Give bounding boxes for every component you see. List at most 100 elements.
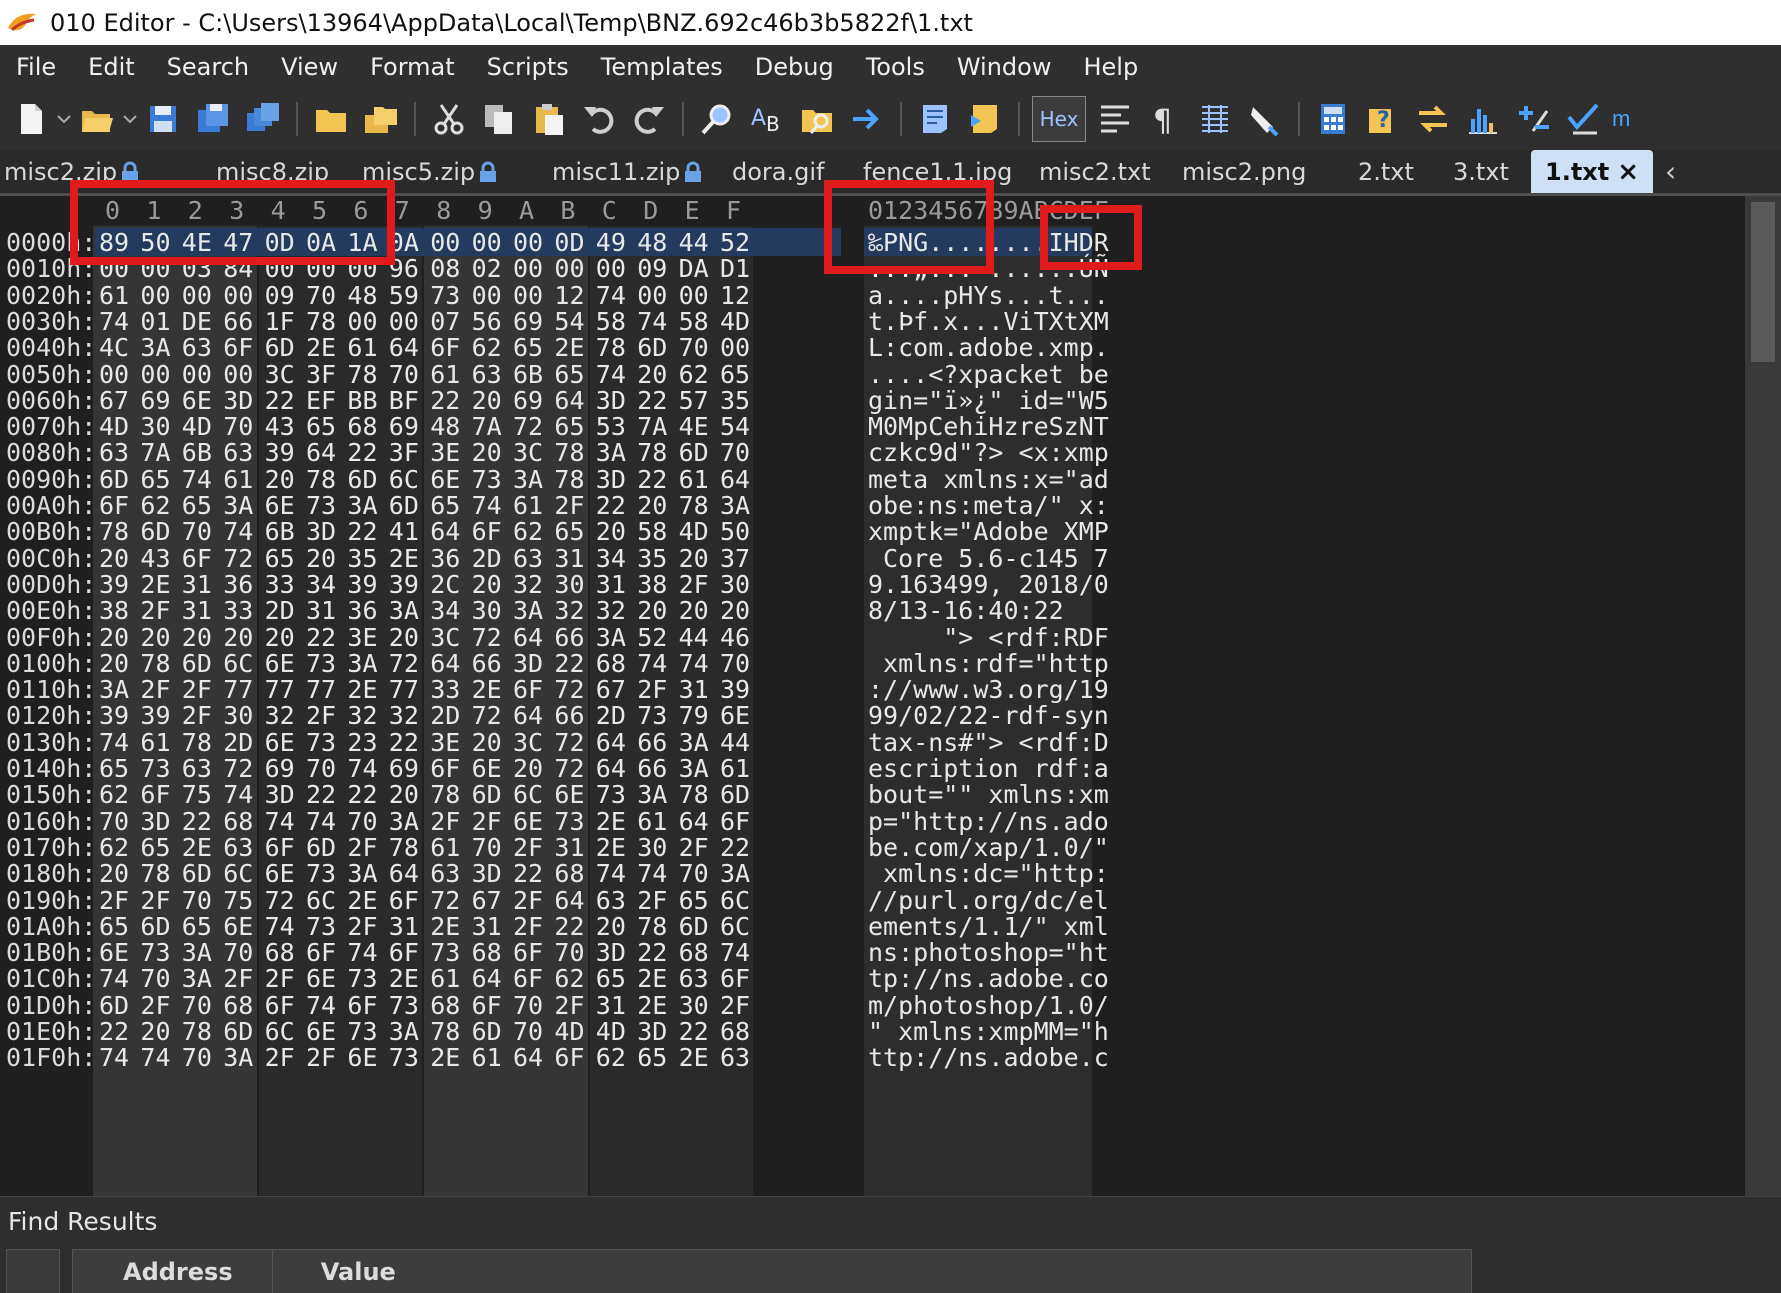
hex-byte[interactable]: 78 — [306, 307, 336, 336]
hex-byte[interactable]: 6D — [306, 833, 336, 862]
row-ascii[interactable]: a....pHYs...t... — [868, 281, 1109, 310]
find-in-files-icon[interactable] — [795, 97, 839, 141]
hex-byte[interactable]: 2F — [513, 833, 543, 862]
run-script-icon[interactable] — [913, 97, 957, 141]
tab-dora-gif[interactable]: dora.gif — [706, 150, 837, 193]
hex-byte[interactable]: 78 — [596, 333, 626, 362]
hex-byte[interactable]: 39 — [265, 438, 295, 467]
hex-byte[interactable]: 00 — [596, 254, 626, 283]
hex-byte[interactable]: 7A — [140, 438, 170, 467]
hex-byte[interactable]: 65 — [140, 833, 170, 862]
hex-mode-button[interactable]: Hex — [1032, 96, 1086, 142]
hex-byte[interactable]: 62 — [679, 360, 709, 389]
close-tab-icon[interactable]: × — [1617, 157, 1639, 187]
hex-byte[interactable]: 22 — [306, 623, 336, 652]
hex-byte[interactable]: 64 — [513, 623, 543, 652]
row-ascii[interactable]: 8/13-16:40:22 — [868, 596, 1109, 625]
hex-byte[interactable]: 22 — [182, 807, 212, 836]
new-file-icon[interactable] — [9, 97, 53, 141]
row-ascii[interactable]: ....<?xpacket be — [868, 360, 1109, 389]
hex-byte[interactable]: 2F — [637, 886, 667, 915]
hex-byte[interactable]: 6E — [265, 649, 295, 678]
hex-byte[interactable]: 78 — [306, 465, 336, 494]
tab-1-txt[interactable]: 1.txt × — [1531, 150, 1654, 193]
hex-byte[interactable]: 3D — [513, 649, 543, 678]
edit-as-icon[interactable] — [1093, 97, 1137, 141]
hex-row[interactable]: 01F0h: 74 74 70 3A 2F 2F 6E 73 2E 61 64 6F 62 65 2E 63 tt… — [0, 1043, 1745, 1073]
row-ascii[interactable]: xmlns:rdf="http — [868, 649, 1109, 678]
hex-byte[interactable]: 3D — [472, 859, 502, 888]
hex-byte[interactable]: 65 — [99, 912, 129, 941]
hex-byte[interactable]: 22 — [306, 780, 336, 809]
hex-byte[interactable]: 22 — [554, 912, 584, 941]
hex-byte[interactable]: BF — [389, 386, 419, 415]
hex-byte[interactable]: 22 — [347, 438, 377, 467]
row-ascii[interactable]: be.com/xap/1.0/" — [868, 833, 1109, 862]
hex-byte[interactable]: 3A — [182, 938, 212, 967]
hex-byte[interactable]: 73 — [306, 649, 336, 678]
menu-scripts[interactable]: Scripts — [471, 53, 585, 81]
hex-byte[interactable]: 48 — [347, 281, 377, 310]
hex-byte[interactable]: 20 — [140, 1017, 170, 1046]
hex-byte[interactable]: 78 — [637, 438, 667, 467]
hex-byte[interactable]: 09 — [265, 281, 295, 310]
hex-byte[interactable]: 70 — [223, 412, 253, 441]
hex-byte[interactable]: 66 — [554, 623, 584, 652]
hex-byte[interactable]: 00 — [513, 228, 543, 257]
hex-byte[interactable]: 3C — [265, 360, 295, 389]
row-ascii[interactable]: escription rdf:a — [868, 754, 1109, 783]
hex-byte[interactable]: 7A — [637, 412, 667, 441]
row-ascii[interactable]: ns:photoshop="ht — [868, 938, 1109, 967]
hex-byte[interactable]: 6F — [182, 544, 212, 573]
hex-byte[interactable]: 61 — [347, 333, 377, 362]
hex-byte[interactable]: 00 — [389, 307, 419, 336]
menu-debug[interactable]: Debug — [739, 53, 850, 81]
hex-byte[interactable]: 61 — [513, 491, 543, 520]
tab-scroll-left-icon[interactable]: ‹ — [1665, 155, 1676, 188]
hex-byte[interactable]: 20 — [306, 544, 336, 573]
menu-format[interactable]: Format — [354, 53, 471, 81]
find-results-options[interactable] — [6, 1249, 60, 1293]
menu-view[interactable]: View — [265, 53, 354, 81]
hex-byte[interactable]: 63 — [223, 833, 253, 862]
hex-byte[interactable]: 61 — [720, 754, 750, 783]
hex-byte[interactable]: 3A — [513, 596, 543, 625]
hex-byte[interactable]: 2E — [182, 833, 212, 862]
hex-byte[interactable]: 70 — [347, 807, 377, 836]
hex-byte[interactable]: 4D — [554, 1017, 584, 1046]
hex-byte[interactable]: 2D — [223, 728, 253, 757]
column-value[interactable]: Value — [273, 1249, 1471, 1293]
hex-byte[interactable]: D1 — [720, 254, 750, 283]
hex-byte[interactable]: 74 — [347, 938, 377, 967]
hex-byte[interactable]: 6E — [347, 1043, 377, 1072]
hex-byte[interactable]: 6F — [306, 938, 336, 967]
hex-byte[interactable]: 6D — [182, 649, 212, 678]
hex-byte[interactable]: 6D — [140, 912, 170, 941]
hex-byte[interactable]: 6D — [472, 780, 502, 809]
hex-byte[interactable]: 78 — [347, 360, 377, 389]
hex-byte[interactable]: 65 — [720, 360, 750, 389]
hex-byte[interactable]: 78 — [99, 517, 129, 546]
hex-byte[interactable]: 62 — [513, 517, 543, 546]
hex-byte[interactable]: 41 — [389, 517, 419, 546]
hex-byte[interactable]: 44 — [679, 623, 709, 652]
hex-byte[interactable]: 6F — [720, 807, 750, 836]
hex-byte[interactable]: 62 — [596, 1043, 626, 1072]
row-ascii[interactable]: xmptk="Adobe XMP — [868, 517, 1109, 546]
hex-byte[interactable]: 72 — [554, 728, 584, 757]
row-ascii[interactable]: p="http://ns.ado — [868, 807, 1109, 836]
hex-byte[interactable]: 70 — [182, 886, 212, 915]
hex-byte[interactable]: 3A — [679, 754, 709, 783]
hex-byte[interactable]: 61 — [430, 964, 460, 993]
hex-byte[interactable]: 38 — [99, 596, 129, 625]
hex-byte[interactable]: 78 — [430, 1017, 460, 1046]
hex-byte[interactable]: 67 — [472, 886, 502, 915]
hex-byte[interactable]: 3D — [265, 780, 295, 809]
hex-byte[interactable]: 6C — [389, 465, 419, 494]
hex-byte[interactable]: 69 — [389, 412, 419, 441]
hex-byte[interactable]: 2F — [637, 675, 667, 704]
hex-byte[interactable]: 20 — [182, 623, 212, 652]
hex-byte[interactable]: 20 — [265, 623, 295, 652]
hex-byte[interactable]: 22 — [637, 465, 667, 494]
hex-byte[interactable]: 70 — [306, 754, 336, 783]
